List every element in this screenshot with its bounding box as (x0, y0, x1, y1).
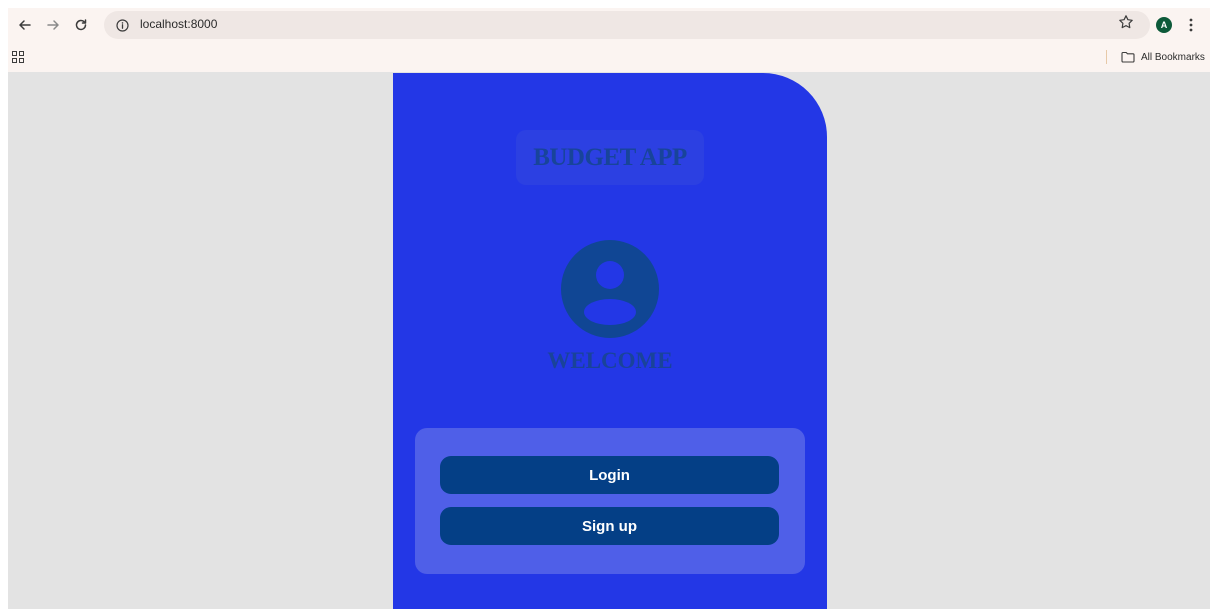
reload-icon[interactable] (70, 14, 92, 36)
forward-arrow-icon[interactable] (42, 14, 64, 36)
back-arrow-icon[interactable] (14, 14, 36, 36)
user-avatar-icon (561, 240, 659, 338)
address-bar[interactable]: localhost:8000 (104, 11, 1150, 39)
browser-toolbar: localhost:8000 A All Bookmarks (8, 8, 1210, 72)
welcome-heading: WELCOME (547, 348, 673, 373)
profile-avatar[interactable]: A (1156, 17, 1172, 33)
info-icon[interactable] (114, 17, 130, 33)
login-button[interactable]: Login (440, 456, 779, 494)
url-text[interactable]: localhost:8000 (140, 17, 217, 31)
app-title-box: BUDGET APP (516, 130, 704, 185)
signup-button[interactable]: Sign up (440, 507, 779, 545)
page-viewport: BUDGET APP WELCOME Login Sign up (8, 72, 1210, 609)
auth-button-card: Login Sign up (415, 428, 805, 574)
browser-window: localhost:8000 A All Bookmarks BUDGET AP… (8, 8, 1210, 609)
all-bookmarks-button[interactable]: All Bookmarks (1121, 48, 1205, 66)
bookmarks-separator (1106, 50, 1107, 64)
folder-icon (1121, 51, 1135, 63)
app-title: BUDGET APP (533, 143, 687, 171)
apps-grid-icon[interactable] (12, 50, 24, 63)
all-bookmarks-label: All Bookmarks (1141, 51, 1205, 63)
welcome-panel: BUDGET APP WELCOME Login Sign up (393, 73, 827, 609)
star-icon[interactable] (1118, 14, 1134, 35)
kebab-menu-icon[interactable] (1188, 17, 1194, 33)
